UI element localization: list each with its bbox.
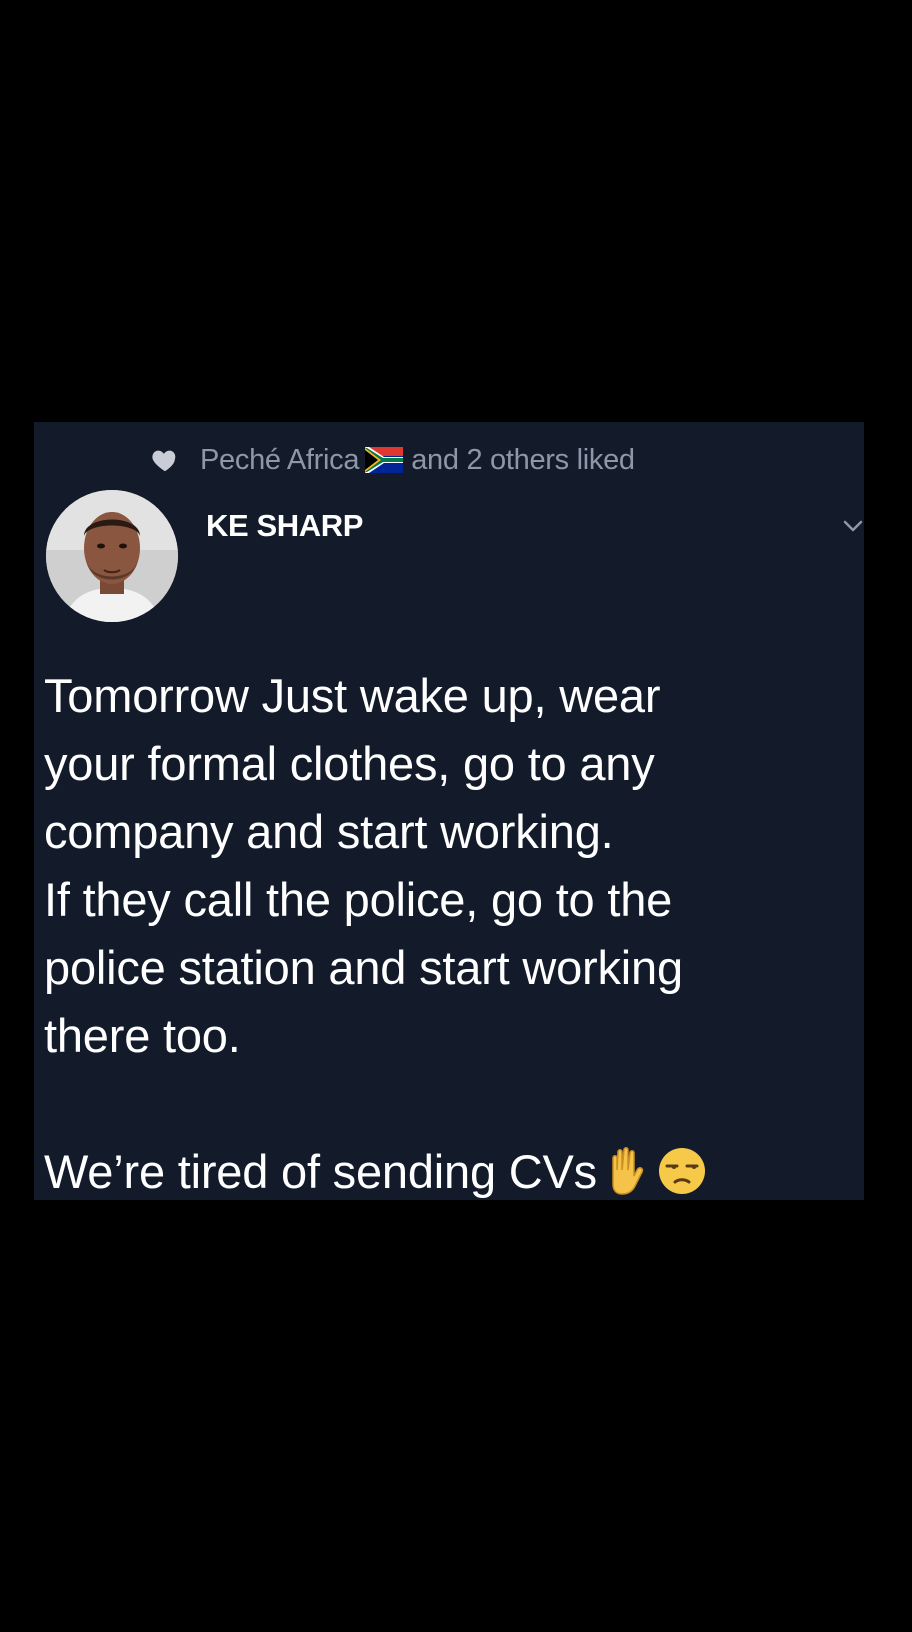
liked-by-suffix: and 2 others liked	[411, 443, 635, 476]
tweet-line: If they call the police, go to the	[44, 873, 673, 926]
tweet-line: Tomorrow Just wake up, wear	[44, 669, 661, 722]
tweet-closing-line: We’re tired of sending CVs	[44, 1138, 844, 1206]
social-context[interactable]: Peché Africa and 2 others liked	[150, 440, 635, 480]
tweet-line: company and start working.	[44, 805, 614, 858]
tweet-card[interactable]: Peché Africa and 2 others liked KE SHARP…	[34, 422, 864, 1200]
chevron-down-icon[interactable]	[842, 516, 864, 536]
tweet-closing-text: We’re tired of sending CVs	[44, 1145, 597, 1198]
author-name[interactable]: KE SHARP	[206, 508, 363, 544]
heart-icon	[150, 445, 180, 475]
tweet-text: Tomorrow Just wake up, wear your formal …	[44, 662, 844, 1206]
liked-by-name[interactable]: Peché Africa	[200, 444, 360, 477]
raised-hand-icon	[599, 1144, 653, 1198]
south-africa-flag-icon	[365, 447, 404, 473]
avatar[interactable]	[46, 490, 178, 622]
tweet-line: there too.	[44, 1009, 241, 1062]
unamused-face-icon	[655, 1144, 709, 1198]
tweet-line: your formal clothes, go to any	[44, 737, 655, 790]
tweet-line: police station and start working	[44, 941, 683, 994]
screenshot-page: Peché Africa and 2 others liked KE SHARP…	[0, 0, 912, 1632]
